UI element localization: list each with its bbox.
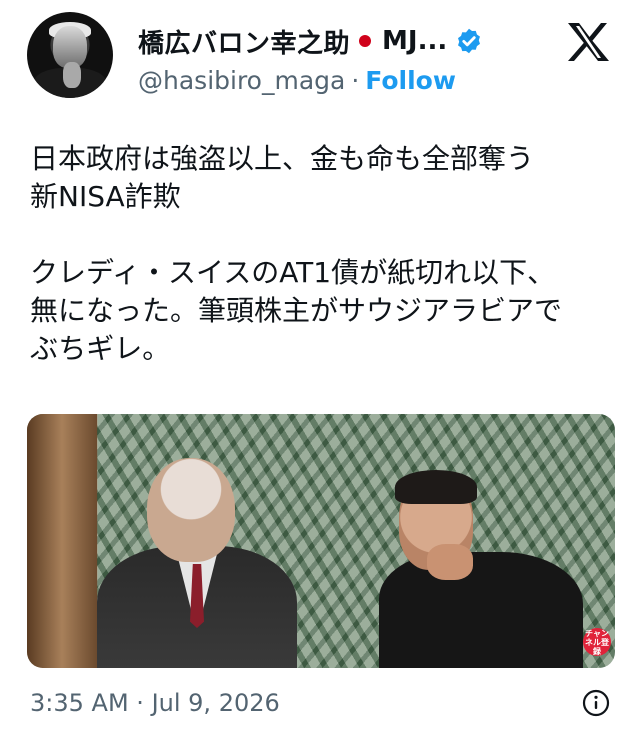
tweet-date: Jul 9, 2026 <box>151 689 280 717</box>
media-person-right-hair <box>395 470 477 504</box>
author-display-name[interactable]: 橋広バロン幸之助 <box>138 23 350 60</box>
author-handle-row: @hasibiro_maga · Follow <box>138 66 456 95</box>
author-name-suffix[interactable]: MJ... <box>382 26 447 56</box>
japan-flag-icon <box>354 30 376 52</box>
avatar-hand <box>63 62 81 88</box>
tweet-timestamp[interactable]: 3:35 AM · Jul 9, 2026 <box>30 689 280 717</box>
channel-subscribe-badge: チャンネル登録 <box>583 628 611 656</box>
tweet-time: 3:35 AM <box>30 689 129 717</box>
media-person-right-body <box>379 552 583 668</box>
x-logo-icon[interactable] <box>566 22 610 62</box>
tweet-media-image[interactable]: チャンネル登録 <box>27 414 615 668</box>
author-handle[interactable]: @hasibiro_maga <box>138 66 345 95</box>
media-person-left-head <box>147 458 235 562</box>
author-name-row[interactable]: 橋広バロン幸之助 MJ... <box>138 23 483 60</box>
info-icon[interactable] <box>582 689 610 717</box>
verified-badge-icon <box>458 28 481 54</box>
media-person-right-hand <box>427 544 473 580</box>
follow-button[interactable]: Follow <box>365 66 456 95</box>
timestamp-separator: · <box>136 689 144 717</box>
handle-separator: · <box>351 66 360 95</box>
tweet-text: 日本政府は強盗以上、金も命も全部奪う 新NISA詐欺 クレディ・スイスのAT1債… <box>30 142 563 365</box>
author-avatar[interactable] <box>27 12 113 98</box>
media-curtain <box>27 414 97 668</box>
